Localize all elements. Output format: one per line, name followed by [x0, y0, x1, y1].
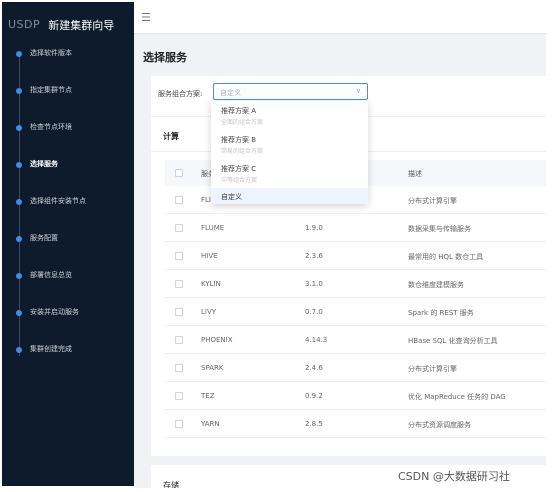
combo-value: 自定义 [220, 89, 241, 97]
logo: USDP [8, 18, 41, 31]
step-label: 选择组件安装节点 [30, 197, 86, 205]
step-select-version[interactable]: 选择软件版本 [2, 46, 134, 62]
service-version: 0.7.0 [305, 308, 323, 316]
service-name: YARN [201, 420, 220, 428]
service-name: FLUME [201, 224, 225, 232]
step-label: 检查节点环境 [30, 123, 72, 131]
option-plan-a[interactable]: 推荐方案 A 全面的组合方案 [211, 101, 368, 130]
section-title: 存储 [163, 481, 179, 488]
service-version: 0.9.2 [305, 392, 323, 400]
service-desc: 数仓维度建模服务 [408, 281, 464, 289]
service-version: 2.4.6 [305, 364, 323, 372]
service-desc: 分布式计算引擎 [408, 365, 457, 373]
option-title: 自定义 [221, 193, 242, 201]
option-custom[interactable]: 自定义 [211, 188, 368, 204]
sidebar: USDP 新建集群向导 选择软件版本 指定集群节点 检查节点环境 选择服务 选择… [2, 2, 134, 486]
step-select-services[interactable]: 选择服务 [2, 157, 134, 173]
service-desc: Spark 的 REST 服务 [408, 309, 474, 317]
step-label: 集群创建完成 [30, 345, 72, 353]
service-desc: 最常用的 HQL 数仓工具 [408, 253, 484, 261]
row-checkbox[interactable] [175, 196, 183, 204]
step-dot-icon [16, 347, 22, 353]
service-name: TEZ [201, 392, 215, 400]
option-title: 推荐方案 B [221, 136, 257, 144]
option-desc: 中等组合方案 [221, 177, 258, 184]
service-desc: 分布式计算引擎 [408, 197, 457, 205]
step-dot-icon [16, 310, 22, 316]
chevron-down-icon: ∨ [355, 87, 361, 95]
option-title: 推荐方案 C [221, 165, 257, 173]
step-dot-icon [16, 236, 22, 242]
step-label: 指定集群节点 [30, 86, 72, 94]
service-version: 1.9.0 [305, 224, 323, 232]
service-version: 2.8.5 [305, 420, 323, 428]
step-dot-icon [16, 162, 22, 168]
option-plan-b[interactable]: 推荐方案 B 简易的组合方案 [211, 130, 368, 159]
brand: USDP 新建集群向导 [8, 14, 115, 32]
option-desc: 全面的组合方案 [221, 119, 264, 126]
table-row[interactable]: HIVE 2.3.6 最常用的 HQL 数仓工具 [165, 242, 546, 270]
select-all-checkbox[interactable] [175, 169, 183, 177]
service-name: HIVE [201, 252, 218, 260]
row-checkbox[interactable] [175, 336, 183, 344]
service-desc: 数据采集与传输服务 [408, 225, 471, 233]
top-bar: ☰ [134, 2, 546, 34]
service-version: 2.3.6 [305, 252, 323, 260]
app-title: 新建集群向导 [48, 18, 115, 32]
main-content: ☰ 选择服务 服务组合方案: 自定义 ∨ 计算 服务 版本 描述 FLINK 分… [134, 2, 546, 488]
step-label: 安装并启动服务 [30, 308, 79, 316]
row-checkbox[interactable] [175, 308, 183, 316]
service-version: 3.1.0 [305, 280, 323, 288]
service-desc: HBase SQL 化查询分析工具 [408, 337, 498, 345]
step-label: 服务配置 [30, 234, 58, 242]
section-title: 计算 [163, 132, 179, 141]
service-name: SPARK [201, 364, 224, 372]
step-install-start[interactable]: 安装并启动服务 [2, 305, 134, 321]
col-desc: 描述 [408, 170, 422, 178]
row-checkbox[interactable] [175, 420, 183, 428]
option-title: 推荐方案 A [221, 107, 257, 115]
row-checkbox[interactable] [175, 280, 183, 288]
step-check-env[interactable]: 检查节点环境 [2, 120, 134, 136]
hamburger-icon[interactable]: ☰ [141, 11, 151, 24]
table-row[interactable]: FLUME 1.9.0 数据采集与传输服务 [165, 214, 546, 242]
table-row[interactable]: YARN 2.8.5 分布式资源调度服务 [165, 410, 546, 438]
step-cluster-done[interactable]: 集群创建完成 [2, 342, 134, 358]
step-specify-nodes[interactable]: 指定集群节点 [2, 83, 134, 99]
combo-label: 服务组合方案: [158, 90, 203, 98]
table-row[interactable]: SPARK 2.4.6 分布式计算引擎 [165, 354, 546, 382]
option-plan-c[interactable]: 推荐方案 C 中等组合方案 [211, 159, 368, 188]
step-dot-icon [16, 199, 22, 205]
service-desc: 优化 MapReduce 任务的 DAG [408, 393, 506, 401]
row-checkbox[interactable] [175, 392, 183, 400]
step-deploy-overview[interactable]: 部署信息总览 [2, 268, 134, 284]
watermark: CSDN @大数据研习社 [398, 470, 510, 483]
service-name: PHOENIX [201, 336, 233, 344]
step-component-nodes[interactable]: 选择组件安装节点 [2, 194, 134, 210]
step-service-config[interactable]: 服务配置 [2, 231, 134, 247]
combo-dropdown: 推荐方案 A 全面的组合方案 推荐方案 B 简易的组合方案 推荐方案 C 中等组… [211, 101, 368, 204]
step-dot-icon [16, 273, 22, 279]
row-checkbox[interactable] [175, 364, 183, 372]
step-label: 部署信息总览 [30, 271, 72, 279]
service-name: LIVY [201, 308, 217, 316]
step-dot-icon [16, 125, 22, 131]
row-checkbox[interactable] [175, 224, 183, 232]
step-label: 选择服务 [30, 160, 58, 168]
table-row[interactable]: PHOENIX 4.14.3 HBase SQL 化查询分析工具 [165, 326, 546, 354]
step-dot-icon [16, 88, 22, 94]
step-dot-icon [16, 51, 22, 57]
table-row[interactable]: KYLIN 3.1.0 数仓维度建模服务 [165, 270, 546, 298]
service-desc: 分布式资源调度服务 [408, 421, 471, 429]
option-desc: 简易的组合方案 [221, 148, 264, 155]
combo-select[interactable]: 自定义 ∨ [213, 83, 368, 100]
row-checkbox[interactable] [175, 252, 183, 260]
service-name: KYLIN [201, 280, 221, 288]
table-row[interactable]: TEZ 0.9.2 优化 MapReduce 任务的 DAG [165, 382, 546, 410]
table-row[interactable]: LIVY 0.7.0 Spark 的 REST 服务 [165, 298, 546, 326]
page-title: 选择服务 [143, 51, 187, 64]
service-version: 4.14.3 [305, 336, 328, 344]
step-label: 选择软件版本 [30, 49, 72, 57]
